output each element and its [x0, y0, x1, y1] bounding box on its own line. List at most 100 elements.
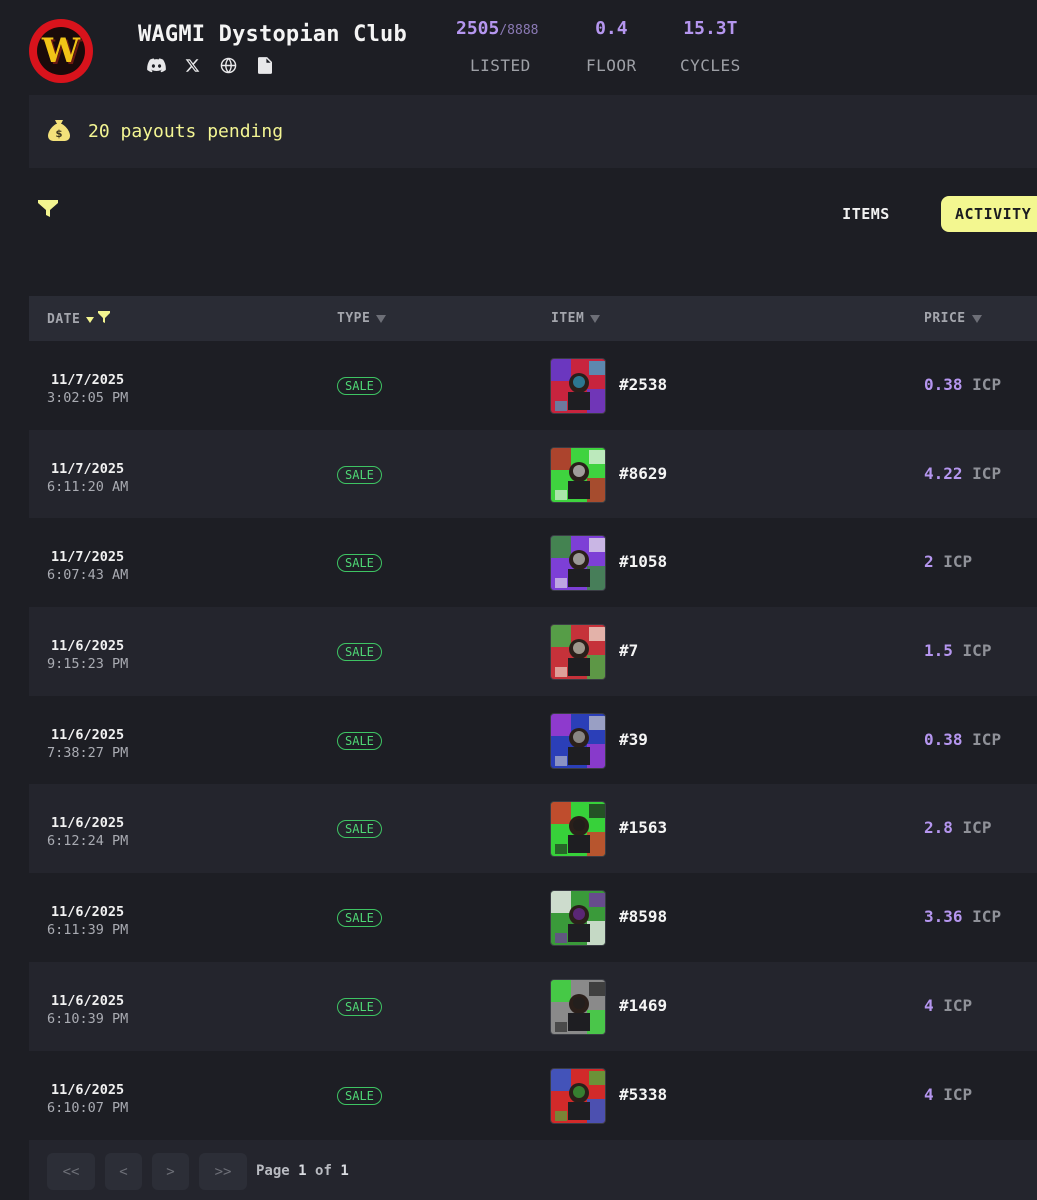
- sale-date: 11/7/2025: [51, 372, 125, 388]
- sale-time: 9:15:23 PM: [47, 656, 129, 673]
- table-row[interactable]: 11/7/2025 6:11:20 AM SALE #8629 4.22 ICP: [29, 429, 1037, 519]
- sale-time: 6:11:20 AM: [47, 478, 129, 495]
- type-badge: SALE: [337, 820, 382, 839]
- next-page-button[interactable]: >: [152, 1153, 189, 1190]
- logo-letter: W: [37, 27, 85, 75]
- last-page-button[interactable]: >>: [199, 1153, 247, 1190]
- price-currency: ICP: [972, 463, 1002, 483]
- listed-label: LISTED: [470, 56, 531, 75]
- table-row[interactable]: 11/6/2025 6:12:24 PM SALE #1563 2.8 ICP: [29, 784, 1037, 874]
- item-id[interactable]: #1058: [619, 552, 667, 571]
- nft-thumbnail[interactable]: [550, 712, 606, 769]
- tab-activity[interactable]: ACTIVITY: [941, 196, 1037, 232]
- x-twitter-icon[interactable]: [183, 56, 202, 75]
- table-row[interactable]: 11/6/2025 6:11:39 PM SALE #8598 3.36 ICP: [29, 873, 1037, 962]
- price-currency: ICP: [943, 995, 973, 1015]
- of-label: of: [315, 1163, 332, 1179]
- type-badge: SALE: [337, 997, 382, 1016]
- date-filter-icon[interactable]: [98, 311, 111, 327]
- column-item[interactable]: ITEM: [551, 311, 601, 326]
- table-row[interactable]: 11/6/2025 6:10:07 PM SALE #5338 4 ICP: [29, 1051, 1037, 1140]
- column-type[interactable]: TYPE: [337, 311, 387, 326]
- stat-cycles: 15.3T CYCLES: [680, 18, 741, 75]
- price-currency: ICP: [943, 552, 973, 572]
- item-id[interactable]: #8598: [619, 907, 667, 926]
- sale-date: 11/7/2025: [51, 549, 125, 566]
- type-badge: SALE: [337, 1086, 382, 1105]
- table-row[interactable]: 11/6/2025 9:15:23 PM SALE #7 1.5 ICP: [29, 607, 1037, 696]
- table-row[interactable]: 11/7/2025 6:07:43 AM SALE #1058 2 ICP: [29, 518, 1037, 607]
- price-currency: ICP: [972, 907, 1002, 927]
- item-id[interactable]: #2538: [619, 375, 667, 394]
- sale-date: 11/7/2025: [51, 460, 125, 477]
- type-badge: SALE: [337, 554, 382, 573]
- listed-value: 2505: [456, 18, 500, 39]
- nft-thumbnail[interactable]: [550, 446, 606, 503]
- item-id[interactable]: #5338: [619, 1085, 667, 1104]
- date-cell: 11/6/2025 6:10:07 PM: [47, 1081, 128, 1117]
- payouts-banner[interactable]: $ 20 payouts pending: [29, 95, 1037, 168]
- document-icon[interactable]: [255, 56, 274, 75]
- floor-label: FLOOR: [586, 56, 637, 75]
- sale-date: 11/6/2025: [51, 726, 125, 743]
- date-cell: 11/6/2025 7:38:27 PM: [47, 726, 128, 762]
- price-cell: 2.8 ICP: [924, 818, 991, 837]
- stat-listed: 2505/8888 LISTED: [456, 18, 539, 75]
- first-page-button[interactable]: <<: [47, 1153, 95, 1190]
- date-cell: 11/7/2025 6:07:43 AM: [47, 548, 128, 584]
- column-type-label: TYPE: [337, 311, 371, 326]
- type-filter-icon[interactable]: [376, 314, 387, 323]
- price-filter-icon[interactable]: [971, 314, 982, 323]
- column-date[interactable]: DATE: [47, 311, 111, 327]
- date-cell: 11/7/2025 3:02:05 PM: [47, 371, 128, 407]
- nft-thumbnail[interactable]: [550, 1067, 606, 1124]
- price-currency: ICP: [943, 1084, 973, 1104]
- listed-total: /8888: [499, 23, 539, 38]
- item-id[interactable]: #7: [619, 641, 638, 660]
- cycles-value: 15.3T: [683, 18, 738, 39]
- date-cell: 11/7/2025 6:11:20 AM: [47, 460, 128, 496]
- current-page: 1: [298, 1163, 307, 1179]
- filter-icon[interactable]: [38, 200, 58, 222]
- sale-date: 11/6/2025: [51, 815, 125, 832]
- sale-time: 6:07:43 AM: [47, 567, 129, 584]
- page-indicator: Page 1 of 1: [256, 1163, 349, 1179]
- price-value: 0.38: [924, 729, 963, 749]
- price-value: 4.22: [924, 463, 963, 483]
- nft-thumbnail[interactable]: [550, 358, 606, 414]
- column-date-label: DATE: [47, 311, 81, 327]
- tab-items[interactable]: ITEMS: [820, 196, 912, 232]
- table-row[interactable]: 11/6/2025 6:10:39 PM SALE #1469 4 ICP: [29, 961, 1037, 1051]
- sale-date: 11/6/2025: [51, 638, 125, 655]
- item-id[interactable]: #1469: [619, 996, 667, 1015]
- item-id[interactable]: #8629: [619, 464, 667, 483]
- price-currency: ICP: [972, 375, 1002, 394]
- price-currency: ICP: [972, 729, 1002, 749]
- sale-time: 6:10:39 PM: [47, 1010, 129, 1027]
- table-row[interactable]: 11/6/2025 7:38:27 PM SALE #39 0.38 ICP: [29, 696, 1037, 785]
- money-bag-icon: $: [46, 117, 72, 147]
- prev-page-button[interactable]: <: [105, 1153, 142, 1190]
- nft-thumbnail[interactable]: [550, 624, 606, 681]
- item-id[interactable]: #1563: [619, 818, 667, 837]
- table-row[interactable]: 11/7/2025 3:02:05 PM SALE #2538 0.38 ICP: [29, 341, 1037, 430]
- price-value: 1.5: [924, 641, 953, 661]
- column-price-label: PRICE: [924, 311, 966, 326]
- type-badge: SALE: [337, 643, 382, 662]
- discord-icon[interactable]: [147, 56, 166, 75]
- globe-icon[interactable]: [219, 56, 238, 75]
- nft-thumbnail[interactable]: [550, 535, 606, 592]
- item-filter-icon[interactable]: [590, 314, 601, 323]
- price-value: 3.36: [924, 907, 963, 927]
- date-cell: 11/6/2025 6:12:24 PM: [47, 814, 128, 850]
- nft-thumbnail[interactable]: [550, 978, 606, 1035]
- price-value: 4: [924, 1084, 934, 1104]
- column-price[interactable]: PRICE: [924, 311, 982, 326]
- sale-date: 11/6/2025: [51, 1081, 125, 1098]
- sort-desc-icon[interactable]: [84, 312, 95, 327]
- nft-thumbnail[interactable]: [550, 890, 606, 947]
- nft-thumbnail[interactable]: [550, 801, 606, 858]
- table-body: 11/7/2025 3:02:05 PM SALE #2538 0.38 ICP 11/7…: [29, 341, 1037, 1139]
- item-id[interactable]: #39: [619, 730, 648, 749]
- collection-logo: W: [29, 19, 93, 83]
